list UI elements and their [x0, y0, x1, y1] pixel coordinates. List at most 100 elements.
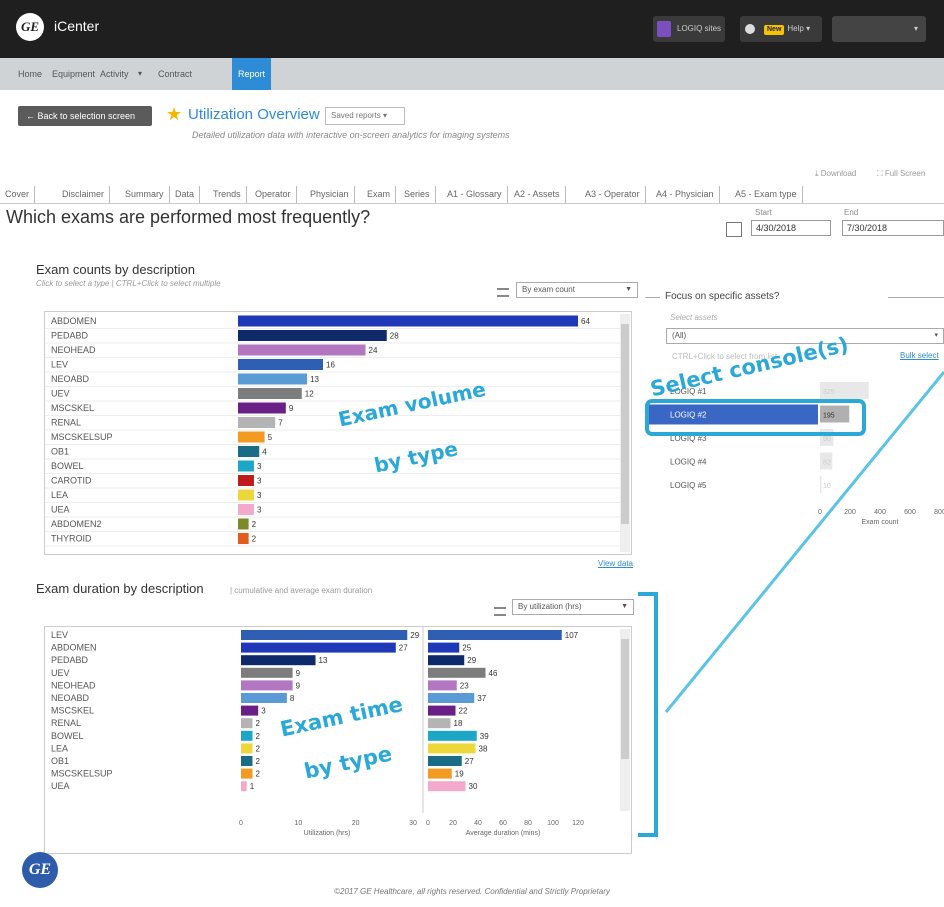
util-value-label: 9: [296, 681, 301, 690]
back-to-selection-button[interactable]: ← Back to selection screen: [18, 106, 152, 126]
avg-bar-bowel: [428, 730, 477, 741]
category-label: NEOHEAD: [51, 345, 96, 355]
util-bar-uea: [241, 781, 247, 792]
x-tick-label: 600: [904, 509, 916, 516]
util-value-label: 27: [399, 644, 408, 653]
value-label: 24: [369, 346, 378, 355]
exam-duration-subtitle: | cumulative and average exam duration: [230, 586, 373, 595]
x-tick-label: 0: [818, 509, 822, 516]
category-label: LEV: [51, 360, 68, 370]
nav-equipment[interactable]: Equipment: [52, 58, 95, 90]
download-label: Download: [820, 169, 857, 178]
bar-carotid: [238, 475, 254, 486]
category-label: PEDABD: [51, 331, 89, 341]
avg-value-label: 18: [454, 719, 463, 728]
exam-counts-sort-dropdown[interactable]: By exam count ▼: [516, 282, 638, 298]
category-label: BOWEL: [51, 731, 84, 741]
bar-mscskelsup: [238, 431, 265, 443]
category-label: RENAL: [51, 418, 81, 428]
category-label: OB1: [51, 447, 69, 457]
favorite-star-icon[interactable]: ★: [166, 104, 182, 125]
value-label: 64: [581, 317, 590, 326]
tab-exam[interactable]: Exam: [362, 186, 397, 203]
avg-bar-lea: [428, 743, 476, 754]
category-label: ABDOMEN: [51, 316, 97, 326]
help-button[interactable]: New Help ▾: [740, 16, 822, 42]
exam-duration-sort-dropdown[interactable]: By utilization (hrs) ▼: [512, 599, 634, 615]
category-label: MSCSKELSUP: [51, 432, 113, 442]
exam-counts-chart[interactable]: ABDOMEN 64 PEDABD 28 NEOHEAD 24 LEV 16 NEOABD 13 U…: [44, 311, 632, 555]
asset-label-logiq-3: LOGIQ #3: [670, 434, 707, 443]
tab-series[interactable]: Series: [399, 186, 436, 203]
tab-data[interactable]: Data: [170, 186, 201, 203]
category-label: UEV: [51, 389, 70, 399]
view-data-link[interactable]: View data: [598, 559, 633, 568]
category-label: LEV: [51, 630, 68, 640]
x-tick-label: 0: [426, 820, 430, 827]
category-label: LEA: [51, 490, 68, 500]
avg-value-label: 29: [467, 656, 476, 665]
asset-value-label: 195: [823, 413, 835, 420]
tab-disclaimer[interactable]: Disclaimer: [57, 186, 111, 203]
tab-a4-physician[interactable]: A4 - Physician: [651, 186, 720, 203]
download-button[interactable]: ⤓ Download: [815, 169, 856, 179]
asset-label-logiq-4: LOGIQ #4: [670, 458, 707, 467]
bar-neohead: [238, 344, 366, 356]
back-label: Back to selection screen: [37, 111, 136, 121]
sort-icon[interactable]: [494, 607, 506, 616]
nav-activity[interactable]: Activity: [100, 58, 129, 90]
avg-value-label: 22: [459, 707, 468, 716]
bar-uev: [238, 388, 302, 399]
bar-bowel: [238, 460, 254, 472]
tab-trends[interactable]: Trends: [208, 186, 247, 203]
avg-value-label: 25: [462, 644, 471, 653]
nav-contract[interactable]: Contract: [158, 58, 192, 90]
x-tick-label: 10: [294, 820, 302, 827]
asset-value-label: 10: [823, 483, 831, 490]
sort-icon[interactable]: [497, 288, 509, 297]
start-date-input[interactable]: 4/30/2018: [751, 220, 831, 236]
fullscreen-button[interactable]: ⛶ Full Screen: [877, 169, 925, 179]
chevron-down-icon: ▾: [138, 69, 143, 78]
value-label: 3: [257, 491, 262, 500]
tab-summary[interactable]: Summary: [120, 186, 170, 203]
duration-bracket: [638, 592, 658, 837]
avg-bar-renal: [428, 718, 451, 729]
user-menu-dropdown[interactable]: ▾: [832, 16, 926, 42]
tab-a5-exam-type[interactable]: A5 - Exam type: [730, 186, 803, 203]
end-date-input[interactable]: 7/30/2018: [842, 220, 944, 236]
exam-duration-chart[interactable]: LEV 29 107 ABDOMEN 27 25 PEDABD 13 29 UEV 9 46 NEOHE…: [44, 626, 632, 854]
avg-bar-neohead: [428, 680, 457, 691]
util-value-label: 13: [319, 656, 328, 665]
category-label: THYROID: [51, 534, 92, 544]
page-subtitle: Detailed utilization data with interacti…: [192, 130, 510, 140]
category-label: NEOABD: [51, 374, 90, 384]
nav-report[interactable]: Report: [232, 58, 272, 90]
util-value-label: 2: [255, 770, 260, 779]
tab-a2-assets[interactable]: A2 - Assets: [509, 186, 566, 203]
tab-cover[interactable]: Cover: [0, 186, 36, 203]
tab-a3-operator[interactable]: A3 - Operator: [580, 186, 646, 203]
logiq-sites-button[interactable]: LOGIQ sites: [653, 16, 725, 42]
ge-logo-icon[interactable]: GE: [16, 13, 44, 41]
calendar-icon[interactable]: [726, 222, 742, 237]
tab-operator[interactable]: Operator: [250, 186, 297, 203]
tab-a1-glossary[interactable]: A1 - Glossary: [442, 186, 508, 203]
avg-bar-ob1: [428, 756, 462, 766]
category-label: MSCSKELSUP: [51, 769, 113, 779]
x-tick-label: 80: [524, 820, 532, 827]
divider: [645, 297, 660, 298]
exam-duration-title: Exam duration by description: [36, 581, 204, 596]
asset-exam-count-chart[interactable]: LOGIQ #1 325LOGIQ #2 195LOGIQ #3 90LOGIQ #4…: [646, 378, 944, 558]
ge-footer-logo-icon: GE: [22, 852, 58, 888]
util-value-label: 2: [255, 732, 260, 741]
tab-physician[interactable]: Physician: [305, 186, 355, 203]
util-value-label: 2: [255, 757, 260, 766]
nav-home[interactable]: Home: [18, 58, 42, 90]
exam-counts-subtitle: Click to select a type | CTRL+Click to s…: [36, 279, 221, 288]
util-bar-lea: [241, 743, 253, 754]
util-value-label: 2: [255, 719, 260, 728]
asset-value-label: 82: [823, 460, 831, 467]
bulk-select-link[interactable]: Bulk select: [900, 351, 939, 360]
saved-reports-dropdown[interactable]: Saved reports ▾: [325, 107, 405, 125]
